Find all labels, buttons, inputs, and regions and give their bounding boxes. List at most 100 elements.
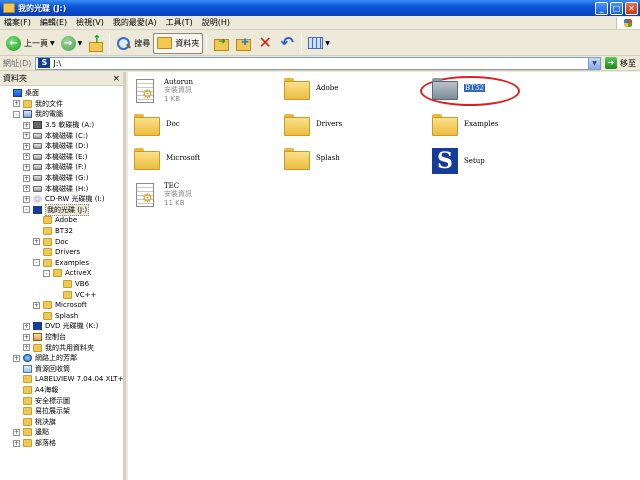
close-pane-button[interactable]: ×: [112, 74, 120, 84]
tree-item[interactable]: + 控制台: [23, 332, 66, 343]
tree-item-label: 我的光碟 (J:): [45, 203, 90, 216]
expand-icon[interactable]: +: [23, 195, 30, 203]
folder-item[interactable]: Microsoft: [134, 148, 200, 170]
expand-icon[interactable]: +: [23, 333, 30, 341]
folder-item[interactable]: Doc: [134, 114, 180, 136]
address-input[interactable]: S J:\ ▼: [35, 56, 601, 70]
tree-item[interactable]: + 本機磁碟 (F:): [23, 162, 87, 173]
folder-item[interactable]: Adobe: [284, 78, 338, 100]
search-button[interactable]: 搜尋: [113, 33, 153, 54]
expand-icon[interactable]: +: [23, 142, 30, 150]
maximize-button[interactable]: □: [610, 1, 623, 15]
expand-icon[interactable]: +: [23, 163, 30, 171]
tree-item[interactable]: + 本機磁碟 (E:): [23, 152, 87, 163]
menu-view[interactable]: 檢視(V): [76, 17, 104, 28]
tree-item[interactable]: Drivers: [33, 247, 80, 258]
menu-favorites[interactable]: 我的最愛(A): [113, 17, 157, 28]
drive-icon: [33, 185, 42, 192]
tree-item[interactable]: BT32: [33, 226, 73, 237]
tree-item[interactable]: + 我的共用資料夾: [23, 342, 94, 353]
folder-item[interactable]: BT32: [432, 78, 485, 100]
expand-icon[interactable]: +: [13, 439, 20, 447]
tree-item[interactable]: 安全標示圖: [13, 395, 70, 406]
tree-item[interactable]: - 我的光碟 (J:): [23, 203, 90, 216]
tree-item-label: Adobe: [55, 216, 78, 225]
collapse-icon[interactable]: -: [43, 269, 50, 277]
tree-item[interactable]: 桌面: [3, 88, 39, 99]
minimize-button[interactable]: _: [595, 1, 608, 15]
expand-icon[interactable]: +: [23, 322, 30, 330]
copy-to-icon[interactable]: [235, 35, 252, 51]
go-button[interactable]: ➜ 移至: [605, 57, 636, 69]
chevron-down-icon[interactable]: ▼: [325, 40, 330, 47]
undo-icon[interactable]: ↶: [279, 35, 295, 51]
tree-item[interactable]: + 部落格: [13, 438, 56, 449]
file-name: Setup: [464, 157, 485, 165]
chevron-down-icon[interactable]: ▼: [588, 57, 600, 69]
tree-item[interactable]: LABELVIEW 7.04.04 XLT+: [13, 374, 123, 385]
collapse-icon[interactable]: -: [13, 110, 20, 118]
menu-tools[interactable]: 工具(T): [166, 17, 193, 28]
chevron-down-icon[interactable]: ▼: [78, 40, 83, 47]
back-button[interactable]: ← 上一頁 ▼: [3, 33, 58, 54]
tree-item[interactable]: 桃決旗: [13, 417, 56, 428]
expand-icon[interactable]: +: [23, 121, 30, 129]
tree-item[interactable]: + Microsoft: [33, 300, 87, 311]
folder-icon: [23, 375, 32, 384]
folder-item[interactable]: Splash: [284, 148, 340, 170]
menu-edit[interactable]: 編輯(E): [40, 17, 67, 28]
tree-item[interactable]: +3.5 軟碟機 (A:): [23, 120, 94, 131]
tree-item[interactable]: - ActiveX: [43, 268, 91, 279]
expand-icon[interactable]: +: [23, 344, 30, 352]
file-item[interactable]: TEC安裝資訊11 KB: [134, 182, 192, 208]
tree-item[interactable]: - 我的電腦: [13, 109, 63, 120]
tree-item[interactable]: 資源回收筒: [13, 364, 70, 375]
file-text: TEC 安裝資訊 11 KB: [164, 182, 192, 208]
folder-icon: [157, 37, 173, 49]
up-button[interactable]: [85, 33, 106, 54]
expand-icon[interactable]: +: [13, 354, 20, 362]
collapse-icon[interactable]: -: [33, 259, 40, 267]
folder-item[interactable]: Examples: [432, 114, 498, 136]
address-value[interactable]: J:\: [53, 59, 588, 68]
tree-item[interactable]: + 本機磁碟 (D:): [23, 141, 88, 152]
tree-item[interactable]: VC++: [53, 289, 96, 300]
expand-icon[interactable]: +: [23, 185, 30, 193]
tree-item[interactable]: 易拉展示架: [13, 406, 70, 417]
expand-icon[interactable]: +: [33, 238, 40, 246]
tree-item[interactable]: - Examples: [33, 258, 89, 269]
folder-item[interactable]: Drivers: [284, 114, 342, 136]
expand-icon[interactable]: +: [13, 428, 20, 436]
file-item[interactable]: Autorun安裝資訊1 KB: [134, 78, 193, 104]
tree-item[interactable]: + 我的文件: [13, 99, 63, 110]
tree-item[interactable]: A4海報: [13, 385, 58, 396]
tree-item[interactable]: + 本機磁碟 (C:): [23, 130, 88, 141]
move-to-icon[interactable]: [213, 35, 230, 51]
back-arrow-icon: ←: [6, 35, 21, 51]
menu-file[interactable]: 檔案(F): [4, 17, 31, 28]
menu-help[interactable]: 說明(H): [202, 17, 230, 28]
tree-item[interactable]: Splash: [33, 311, 78, 322]
expand-icon[interactable]: +: [23, 132, 30, 140]
views-button[interactable]: ▼: [305, 33, 333, 54]
tree-item-label: 控制台: [45, 333, 66, 342]
tree-item[interactable]: + 網路上的芳鄰: [13, 353, 77, 364]
folders-button[interactable]: 資料夾: [153, 32, 204, 54]
file-item[interactable]: S Setup: [432, 148, 485, 174]
tree-item[interactable]: + 本機磁碟 (H:): [23, 183, 88, 194]
delete-icon[interactable]: ✕: [257, 35, 273, 51]
expand-icon[interactable]: +: [33, 301, 40, 309]
chevron-down-icon[interactable]: ▼: [50, 40, 55, 47]
close-button[interactable]: ✕: [625, 1, 638, 15]
expand-icon[interactable]: +: [23, 174, 30, 182]
tree-item[interactable]: + Doc: [33, 236, 69, 247]
tree-item[interactable]: + 邊點: [13, 427, 49, 438]
expand-icon[interactable]: +: [13, 100, 20, 108]
collapse-icon[interactable]: -: [23, 206, 30, 214]
forward-button[interactable]: → ▼: [58, 33, 86, 54]
tree-item[interactable]: + 本機磁碟 (G:): [23, 173, 88, 184]
tree-item[interactable]: VB6: [53, 279, 89, 290]
expand-icon[interactable]: +: [23, 153, 30, 161]
tree-item[interactable]: Adobe: [33, 215, 77, 226]
tree-item[interactable]: + DVD 光碟機 (K:): [23, 321, 98, 332]
